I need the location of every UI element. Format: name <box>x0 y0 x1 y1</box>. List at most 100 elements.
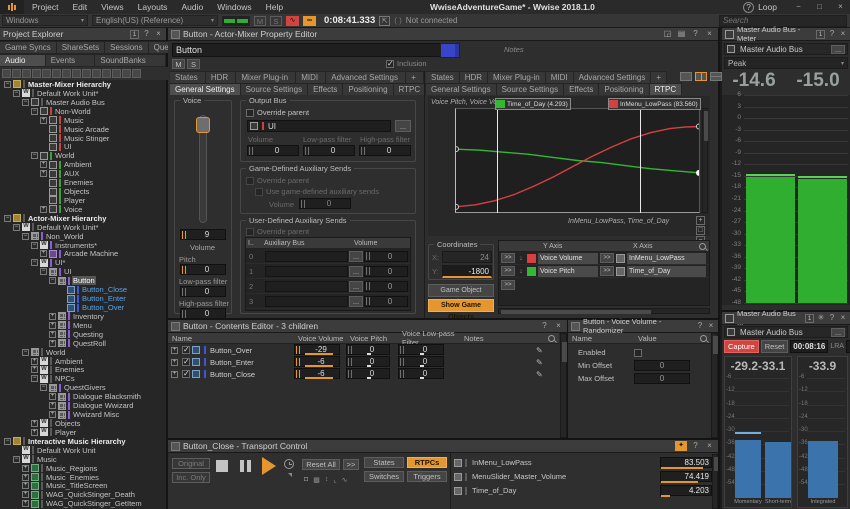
filter-states-button[interactable]: States <box>364 457 404 468</box>
tree-item-npcs[interactable]: − W NPCs <box>2 374 166 383</box>
menu-audio[interactable]: Audio <box>181 2 203 12</box>
tree-item-ui-[interactable]: − W UI* <box>2 258 166 267</box>
expand-button[interactable]: >> <box>501 279 515 290</box>
tree-item-world[interactable]: − World <box>2 348 166 357</box>
explorer-toolbar-icon[interactable] <box>112 69 121 78</box>
menu-help[interactable]: Help <box>266 2 283 12</box>
tab-source-settings[interactable]: Source Settings <box>240 83 309 95</box>
tab-midi[interactable]: MIDI <box>545 71 574 83</box>
user-aux-row[interactable]: 0... 0 <box>246 249 410 264</box>
zoom-in-icon[interactable]: + <box>696 216 705 225</box>
pitch-value[interactable]: 0 <box>180 264 226 275</box>
stop-button[interactable] <box>216 460 228 472</box>
override-parent-checkbox[interactable]: Override parent <box>246 176 309 185</box>
tree-expander[interactable]: + <box>22 482 29 490</box>
voice-pitch-value[interactable]: 0 <box>346 344 390 356</box>
tree-item-objects[interactable]: + W Objects <box>2 419 166 428</box>
tree-expander[interactable]: − <box>49 277 56 285</box>
tab-effects[interactable]: Effects <box>308 83 344 95</box>
voice-volume-value[interactable]: -6 <box>294 356 340 368</box>
tree-item-music-enemies[interactable]: + Music_Enemies <box>2 473 166 481</box>
tab--[interactable]: + <box>406 71 425 83</box>
capture-button[interactable]: Capture <box>724 340 759 353</box>
edit-notes-icon[interactable]: ✎ <box>536 346 543 355</box>
layout-single-icon[interactable] <box>680 72 692 81</box>
tab-states[interactable]: States <box>170 71 206 83</box>
tree-item-default-work-unit-[interactable]: − W Default Work Unit* <box>2 223 166 232</box>
tree-expander[interactable]: − <box>4 437 11 445</box>
tab-midi[interactable]: MIDI <box>296 71 327 83</box>
graph-vertical-scrollbar[interactable] <box>702 108 708 213</box>
help-icon[interactable]: ? <box>539 321 550 331</box>
platform-selector[interactable]: Windows ▾ <box>2 15 88 26</box>
loudness-bus-selector[interactable]: Master Audio Bus ... <box>724 326 848 338</box>
tree-item-instruments-[interactable]: − W Instruments* <box>2 241 166 250</box>
tree-expander[interactable]: + <box>49 330 56 338</box>
explorer-toolbar-icon[interactable] <box>132 69 141 78</box>
randomizer-row-min-offset[interactable]: Min Offset 0 <box>568 359 711 372</box>
rtpc-assignment-row[interactable]: >> <box>499 278 709 291</box>
row-expander[interactable]: + <box>171 358 178 366</box>
randomizer-row-enabled[interactable]: Enabled <box>568 346 711 359</box>
tree-expander[interactable]: − <box>13 89 20 97</box>
filter-triggers-button[interactable]: Triggers <box>407 471 447 482</box>
tree-item-music[interactable]: + Music <box>2 116 166 125</box>
tree-item-ambient[interactable]: + Ambient <box>2 160 166 169</box>
tree-expander[interactable]: + <box>49 402 56 410</box>
voice-volume-value[interactable]: -6 <box>294 368 340 380</box>
tree-expander[interactable]: + <box>49 411 56 419</box>
property-value[interactable]: 0 <box>634 360 690 371</box>
pause-button[interactable] <box>240 460 252 472</box>
override-parent-checkbox[interactable]: Override parent <box>246 108 309 117</box>
aux-volume-value[interactable]: 0 <box>364 265 408 277</box>
tab-rtpc[interactable]: RTPC <box>649 83 683 95</box>
tab-audio[interactable]: Audio <box>0 54 46 66</box>
column-header[interactable]: Name <box>568 334 638 343</box>
solo-button[interactable]: S <box>187 59 200 69</box>
meter-mode-dropdown[interactable]: Peak ▾ <box>724 57 848 69</box>
pin-icon[interactable]: ↓ <box>517 255 525 262</box>
tree-item-non-world[interactable]: − Non-World <box>2 107 166 116</box>
tree-expander[interactable]: + <box>22 473 29 481</box>
help-icon[interactable]: ? <box>690 29 701 39</box>
tab-mixer-plug-in[interactable]: Mixer Plug-in <box>488 71 546 83</box>
tree-item-ui[interactable]: UI <box>2 142 166 151</box>
explorer-toolbar-icon[interactable] <box>22 69 31 78</box>
bus-browse-button[interactable]: ... <box>395 120 411 132</box>
column-header[interactable]: Y Axis <box>543 243 615 250</box>
tree-expander[interactable]: − <box>4 80 11 88</box>
voice-lpf-value[interactable]: 0 <box>398 356 444 368</box>
profiler-graph-icon[interactable]: ∿ <box>286 15 299 26</box>
tree-expander[interactable]: + <box>40 161 47 169</box>
tree-item-master-mixer-hierarchy[interactable]: − Master-Mixer Hierarchy <box>2 80 166 89</box>
tree-item-questing[interactable]: + Questing <box>2 330 166 339</box>
tree-item-interactive-music-hierarchy[interactable]: − Interactive Music Hierarchy <box>2 437 166 446</box>
tree-expander[interactable]: + <box>49 339 56 347</box>
tree-expander[interactable]: − <box>31 375 38 383</box>
tab-events[interactable]: Events <box>45 54 96 66</box>
contents-row-button_over[interactable]: + Button_Over -29 00 ✎ <box>168 344 559 356</box>
object-color-swatch[interactable] <box>440 43 460 58</box>
master-mute-button[interactable]: M <box>254 15 266 26</box>
object-name-field[interactable] <box>172 43 442 57</box>
close-icon[interactable]: × <box>704 441 715 451</box>
rtpc-assignment-row[interactable]: >> ↓ Voice Volume >> InMenu_LowPass <box>499 252 709 265</box>
edit-notes-icon[interactable]: ✎ <box>536 370 543 379</box>
transport-rtpc-row[interactable]: InMenu_LowPass 83.503 <box>454 456 712 469</box>
bus-browse-button[interactable]: ... <box>831 327 845 337</box>
tree-expander[interactable]: − <box>31 241 38 249</box>
tab-general-settings[interactable]: General Settings <box>170 83 241 95</box>
close-icon[interactable]: × <box>839 313 847 323</box>
tab-hdr[interactable]: HDR <box>205 71 237 83</box>
tab--[interactable]: + <box>651 71 667 83</box>
ob-lpf-value[interactable]: 0 <box>303 145 355 156</box>
tree-expander[interactable]: − <box>22 232 29 240</box>
tree-item-objects[interactable]: Objects <box>2 187 166 196</box>
menu-views[interactable]: Views <box>101 2 124 12</box>
randomizer-row-max-offset[interactable]: Max Offset 0 <box>568 372 711 385</box>
tree-expander[interactable]: + <box>40 116 47 124</box>
explorer-toolbar-icon[interactable] <box>12 69 21 78</box>
axis-table-hscrollbar[interactable] <box>498 308 710 314</box>
loop-button[interactable]: Loop <box>758 2 777 12</box>
capture-brackets-icon[interactable]: ( ) <box>394 16 402 25</box>
